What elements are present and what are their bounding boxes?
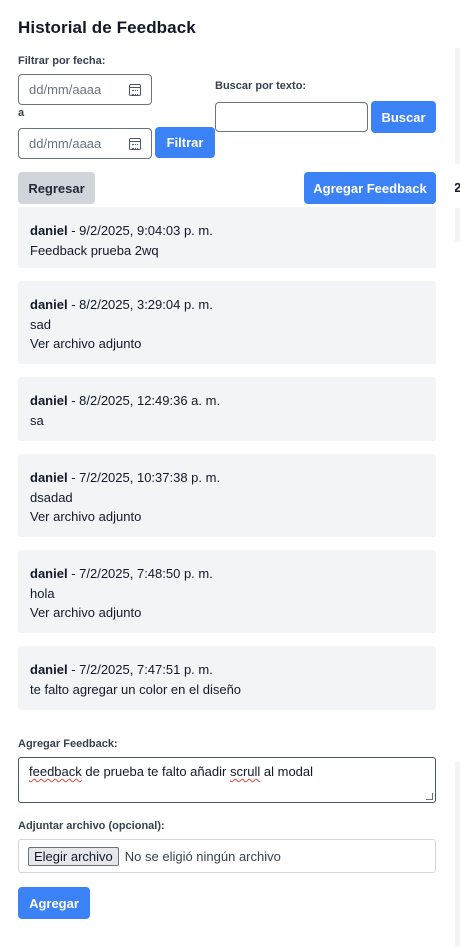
feedback-entry: daniel - 7/2/2025, 10:37:38 p. m. dsadad… (18, 454, 436, 537)
entry-text: dsadad (30, 489, 73, 505)
submit-feedback-button[interactable]: Agregar (18, 887, 90, 919)
date-to-placeholder: dd/mm/aaaa (29, 136, 102, 151)
textarea-text-part: scrull (229, 764, 261, 779)
search-input[interactable] (215, 102, 368, 132)
feedback-history-modal: Historial de Feedback Filtrar por fecha:… (0, 0, 455, 947)
entry-text: hola (30, 585, 55, 601)
resize-handle-icon[interactable] (426, 793, 433, 800)
entry-text: te falto agregar un color en el diseño (30, 681, 242, 697)
feedback-entry: daniel - 7/2/2025, 7:47:51 p. m. te falt… (18, 646, 436, 710)
background-panel-edge (455, 208, 460, 242)
search-button[interactable]: Buscar (371, 101, 436, 133)
textarea-text-part: de prueba te falto añadir (81, 764, 230, 779)
attachment-link[interactable]: Ver archivo adjunto (30, 603, 424, 623)
calendar-icon[interactable] (129, 137, 141, 150)
entry-date: - 8/2/2025, 3:29:04 p. m. (67, 297, 213, 312)
entry-author: daniel (30, 662, 68, 677)
feedback-input-label: Agregar Feedback: (18, 738, 118, 750)
feedback-textarea[interactable]: feedback de prueba te falto añadir scrul… (18, 757, 436, 803)
choose-file-button[interactable]: Elegir archivo (28, 846, 119, 866)
entry-date: - 7/2/2025, 7:47:51 p. m. (67, 662, 213, 677)
entry-author: daniel (30, 566, 68, 581)
entry-text: sa (30, 412, 44, 428)
entry-author: daniel (30, 223, 68, 238)
entry-header: daniel - 8/2/2025, 12:49:36 a. m. (30, 391, 424, 411)
date-to-input[interactable]: dd/mm/aaaa (18, 128, 152, 159)
textarea-text-part: al modal (260, 764, 314, 779)
date-filter-label: Filtrar por fecha: (18, 55, 106, 67)
file-input[interactable]: Elegir archivo No se eligió ningún archi… (18, 839, 436, 873)
calendar-icon[interactable] (129, 83, 141, 96)
feedback-entry: daniel - 8/2/2025, 3:29:04 p. m. sad Ver… (18, 281, 436, 364)
entry-author: daniel (30, 297, 68, 312)
feedback-entry: daniel - 8/2/2025, 12:49:36 a. m. sa (18, 377, 436, 441)
textarea-text-part: feedback (29, 764, 82, 779)
file-input-label: Adjuntar archivo (opcional): (18, 820, 165, 832)
add-feedback-button[interactable]: Agregar Feedback (304, 172, 436, 204)
date-from-placeholder: dd/mm/aaaa (29, 82, 102, 97)
entry-header: daniel - 7/2/2025, 7:48:50 p. m. (30, 564, 424, 584)
feedback-entry: daniel - 9/2/2025, 9:04:03 p. m. Feedbac… (18, 207, 436, 268)
attachment-link[interactable]: Ver archivo adjunto (30, 507, 424, 527)
entry-header: daniel - 7/2/2025, 7:47:51 p. m. (30, 660, 424, 680)
attachment-link[interactable]: Ver archivo adjunto (30, 334, 424, 354)
entry-date: - 9/2/2025, 9:04:03 p. m. (67, 223, 213, 238)
background-panel-edge (455, 48, 460, 164)
entry-date: - 8/2/2025, 12:49:36 a. m. (67, 393, 221, 408)
back-button[interactable]: Regresar (18, 172, 95, 204)
search-label: Buscar por texto: (215, 80, 307, 92)
entry-date: - 7/2/2025, 10:37:38 p. m. (67, 470, 221, 485)
entry-author: daniel (30, 470, 68, 485)
entry-header: daniel - 9/2/2025, 9:04:03 p. m. (30, 221, 424, 241)
entry-header: daniel - 7/2/2025, 10:37:38 p. m. (30, 468, 424, 488)
entry-author: daniel (30, 393, 68, 408)
entry-header: daniel - 8/2/2025, 3:29:04 p. m. (30, 295, 424, 315)
entry-date: - 7/2/2025, 7:48:50 p. m. (67, 566, 213, 581)
modal-title: Historial de Feedback (18, 18, 196, 37)
entry-text: sad (30, 316, 51, 332)
entry-text: Feedback prueba 2wq (30, 242, 159, 258)
file-status: No se eligió ningún archivo (124, 848, 281, 864)
background-panel-edge (455, 762, 460, 947)
date-range-separator: a (18, 107, 25, 119)
feedback-entry: daniel - 7/2/2025, 7:48:50 p. m. hola Ve… (18, 550, 436, 633)
filter-button[interactable]: Filtrar (155, 127, 215, 158)
date-from-input[interactable]: dd/mm/aaaa (18, 74, 152, 105)
